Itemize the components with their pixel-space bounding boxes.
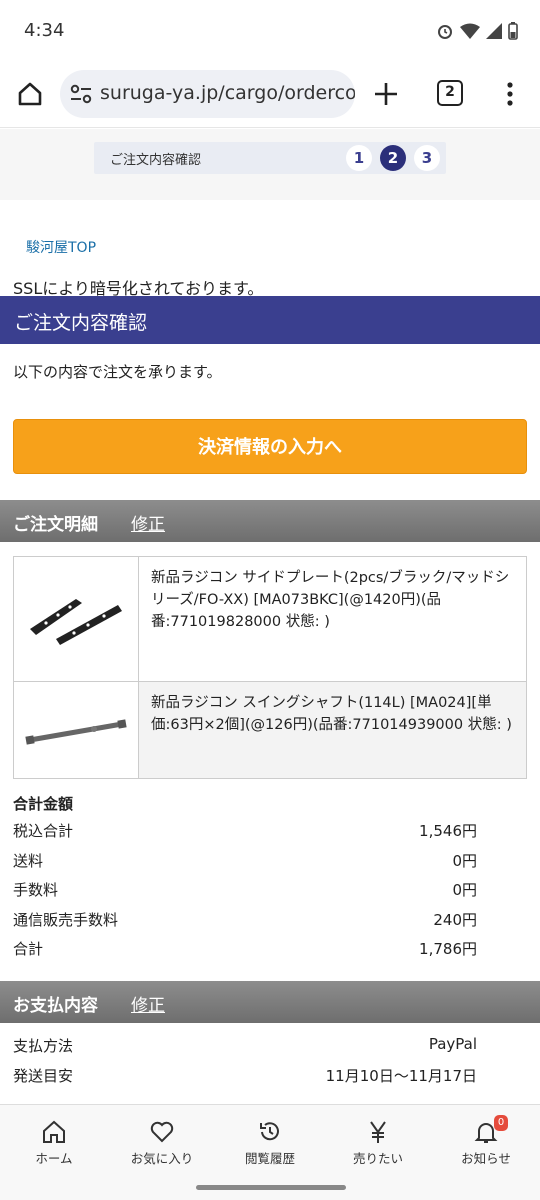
yen-icon (370, 1121, 386, 1143)
payment-label: 支払方法 (13, 1037, 74, 1055)
title-bar: ご注文内容確認 (0, 296, 540, 344)
totals-label: 通信販売手数料 (13, 910, 119, 929)
status-icons (436, 22, 518, 40)
url-text: suruga-ya.jp/cargo/orderco (100, 82, 355, 104)
payment-edit-link[interactable]: 修正 (131, 991, 165, 1016)
status-bar: 4:34 (0, 0, 540, 60)
order-details-header: ご注文明細 修正 (0, 500, 540, 542)
totals-row: 手数料 0円 (13, 879, 477, 909)
step-label: ご注文内容確認 (110, 153, 202, 168)
totals-row: 通信販売手数料 240円 (13, 909, 477, 939)
payment-details-title: お支払内容 (13, 996, 98, 1016)
intro-text: 以下の内容で注文を承ります。 (13, 363, 222, 381)
nav-favorites[interactable]: お気に入り (108, 1119, 216, 1167)
item-image-swing-shaft[interactable] (14, 682, 139, 778)
step-3: 3 (414, 145, 440, 171)
history-icon (260, 1122, 279, 1141)
totals-row: 合計 1,786円 (13, 938, 477, 968)
address-bar[interactable]: suruga-ya.jp/cargo/orderco (60, 70, 355, 118)
totals-section: 合計金額 税込合計 1,546円 送料 0円 手数料 0円 通信販売手数料 240円 合… (13, 793, 477, 968)
totals-value: 1,546円 (419, 822, 477, 840)
order-edit-link[interactable]: 修正 (131, 510, 165, 535)
gesture-bar (196, 1185, 346, 1190)
totals-row: 送料 0円 (13, 850, 477, 880)
bottom-nav: ホーム お気に入り 閲覧履歴 売りたい 0 お知らせ (0, 1104, 540, 1200)
payment-section: 支払方法 PayPal 発送目安 11月10日〜11月17日 (13, 1035, 477, 1094)
nav-notices[interactable]: 0 お知らせ (432, 1115, 540, 1167)
page-content: ご注文内容確認 1 2 3 駿河屋TOP SSLにより暗号化されております。 ご… (0, 129, 540, 1104)
page-title: ご注文内容確認 (14, 312, 148, 334)
nav-home[interactable]: ホーム (0, 1119, 108, 1167)
payment-row: 発送目安 11月10日〜11月17日 (13, 1065, 477, 1095)
payment-info-button-label: 決済情報の入力へ (198, 437, 342, 458)
nav-home-label: ホーム (35, 1151, 73, 1166)
battery-icon (508, 22, 518, 40)
totals-label: 送料 (13, 851, 44, 870)
browser-toolbar: suruga-ya.jp/cargo/orderco 2 (0, 60, 540, 128)
signal-icon (486, 23, 502, 39)
payment-value: 11月10日〜11月17日 (325, 1066, 477, 1085)
item-image-side-plate[interactable] (14, 557, 139, 681)
step-2-current: 2 (380, 145, 406, 171)
totals-label: 税込合計 (13, 822, 74, 840)
order-item-row: 新品ラジコン サイドプレート(2pcs/ブラック/マッドシリーズ/FO-XX) … (14, 557, 526, 682)
item-description: 新品ラジコン スイングシャフト(114L) [MA024][単価:63円×2個]… (139, 682, 526, 778)
alarm-icon (438, 25, 452, 39)
totals-label: 合計 (13, 940, 44, 958)
totals-heading: 合計金額 (13, 795, 74, 813)
suruga-ya-top-link[interactable]: 駿河屋TOP (26, 237, 96, 257)
totals-value: 0円 (452, 881, 477, 899)
more-menu-icon[interactable] (500, 80, 520, 108)
home-icon[interactable] (16, 80, 44, 108)
tab-switcher-button[interactable]: 2 (437, 80, 463, 106)
nav-favorites-label: お気に入り (130, 1151, 194, 1166)
heart-icon (150, 1121, 174, 1143)
status-time: 4:34 (24, 20, 65, 41)
nav-history-label: 閲覧履歴 (244, 1151, 295, 1166)
nav-sell[interactable]: 売りたい (324, 1119, 432, 1167)
payment-info-button[interactable]: 決済情報の入力へ (13, 419, 527, 474)
order-item-row: 新品ラジコン スイングシャフト(114L) [MA024][単価:63円×2個]… (14, 682, 526, 778)
step-band: ご注文内容確認 1 2 3 (0, 129, 540, 200)
payment-details-header: お支払内容 修正 (0, 981, 540, 1023)
order-items-table: 新品ラジコン サイドプレート(2pcs/ブラック/マッドシリーズ/FO-XX) … (13, 556, 527, 779)
totals-value: 240円 (433, 910, 477, 929)
payment-row: 支払方法 PayPal (13, 1035, 477, 1065)
step-indicator: ご注文内容確認 1 2 3 (94, 142, 446, 174)
site-settings-icon[interactable] (70, 84, 92, 104)
notice-count-badge: 0 (494, 1115, 508, 1131)
totals-value: 1,786円 (419, 940, 477, 958)
wifi-icon (460, 23, 480, 39)
totals-value: 0円 (452, 851, 477, 870)
totals-label: 手数料 (13, 881, 59, 899)
nav-history[interactable]: 閲覧履歴 (216, 1119, 324, 1167)
order-details-title: ご注文明細 (13, 515, 98, 535)
home-icon (43, 1120, 65, 1143)
item-description: 新品ラジコン サイドプレート(2pcs/ブラック/マッドシリーズ/FO-XX) … (151, 570, 510, 630)
totals-row: 税込合計 1,546円 (13, 820, 477, 850)
step-1: 1 (346, 145, 372, 171)
payment-value: PayPal (428, 1035, 477, 1053)
nav-sell-label: 売りたい (352, 1151, 403, 1166)
payment-label: 発送目安 (13, 1066, 74, 1085)
new-tab-icon[interactable] (372, 80, 400, 108)
nav-notices-label: お知らせ (461, 1151, 511, 1166)
